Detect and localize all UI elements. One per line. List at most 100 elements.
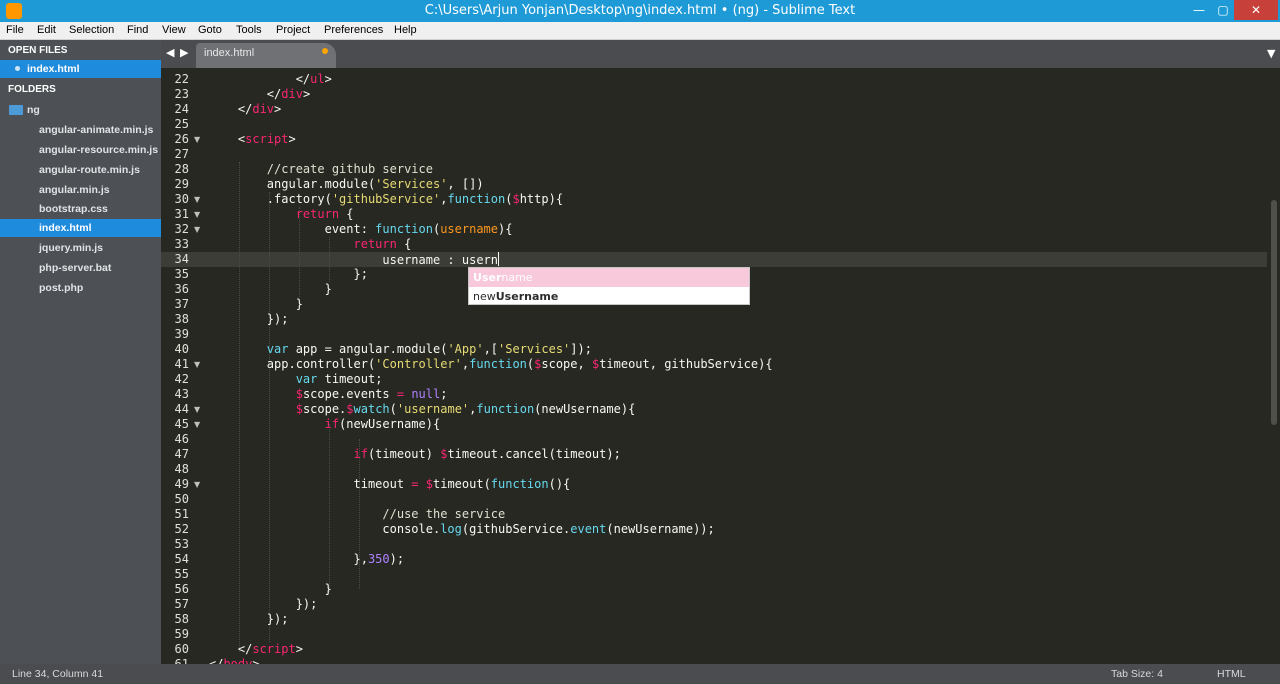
line-number: 56 (174, 582, 189, 596)
file-label: angular-resource.min.js (39, 144, 159, 156)
line-number-gutter: 22 23 24 25 26 ▼ 27 28 29 30 ▼ 31 ▼ 32 ▼ 33 34 35 36 37 38 39… (161, 68, 209, 664)
code-token: timeout, githubService){ (599, 357, 773, 371)
file-label: angular-animate.min.js (39, 124, 154, 136)
file-item[interactable]: post.php (0, 279, 161, 297)
tab-size-indicator[interactable]: Tab Size: 4 (1111, 668, 1163, 680)
menu-file[interactable]: File (6, 24, 24, 36)
minimize-icon[interactable]: — (1186, 0, 1212, 20)
code-token: div (252, 102, 275, 116)
code-comment: //use the service (209, 507, 506, 521)
menu-find[interactable]: Find (127, 24, 148, 36)
tab-index-html[interactable]: index.html (196, 43, 336, 68)
menu-view[interactable]: View (162, 24, 186, 36)
code-token: 'username' (396, 402, 470, 416)
menu-project[interactable]: Project (276, 24, 310, 36)
fold-arrow-icon[interactable]: ▼ (194, 477, 200, 492)
file-item[interactable]: angular-animate.min.js (0, 121, 161, 139)
menu-preferences[interactable]: Preferences (324, 24, 383, 36)
nav-forward-icon[interactable]: ▶ (180, 46, 188, 59)
code-line-28: //create github service (209, 162, 433, 177)
fold-arrow-icon[interactable]: ▼ (194, 132, 200, 147)
code-line-41: app.controller('Controller',function($sc… (209, 357, 773, 372)
code-token: watch (353, 402, 390, 416)
folder-root[interactable]: ng (0, 101, 161, 119)
code-token: }); (209, 612, 289, 626)
autocomplete-popup[interactable]: Username newUsername (468, 267, 750, 305)
open-files-header: OPEN FILES (8, 45, 68, 56)
code-line-57: }); (209, 597, 318, 612)
file-label: bootstrap.css (39, 203, 108, 215)
autocomplete-item[interactable]: newUsername (469, 287, 749, 306)
fold-arrow-icon[interactable]: ▼ (194, 207, 200, 222)
code-token: function (447, 192, 506, 206)
maximize-icon[interactable]: ▢ (1210, 0, 1236, 20)
code-token: (newUsername){ (534, 402, 636, 416)
code-token: null (411, 387, 441, 401)
menu-selection[interactable]: Selection (69, 24, 114, 36)
code-token: > (274, 102, 282, 116)
code-token: { (396, 237, 412, 251)
code-line-60: </script> (209, 642, 303, 657)
fold-arrow-icon[interactable]: ▼ (194, 222, 200, 237)
menu-tools[interactable]: Tools (236, 24, 262, 36)
code-token: username (440, 222, 498, 236)
file-item[interactable]: angular.min.js (0, 181, 161, 199)
line-number: 48 (174, 462, 189, 476)
fold-arrow-icon[interactable]: ▼ (194, 402, 200, 417)
code-line-29: angular.module('Services', []) (209, 177, 484, 192)
fold-arrow-icon[interactable]: ▼ (194, 357, 200, 372)
code-token: ]); (570, 342, 592, 356)
code-token: 'githubService' (331, 192, 441, 206)
menu-edit[interactable]: Edit (37, 24, 56, 36)
code-token: $ (295, 387, 303, 401)
folder-icon (9, 105, 23, 115)
line-number: 30 (174, 192, 189, 206)
code-token: (newUsername)); (606, 522, 715, 536)
code-token: ,[ (483, 342, 499, 356)
file-label: jquery.min.js (39, 242, 103, 254)
code-token: event: (209, 222, 376, 236)
code-token: body (223, 657, 253, 664)
scrollbar-thumb[interactable] (1271, 200, 1277, 425)
file-item[interactable]: bootstrap.css (0, 200, 161, 218)
code-token: http){ (519, 192, 564, 206)
code-token: > (324, 72, 332, 86)
file-item-active[interactable]: index.html (0, 219, 161, 237)
fold-arrow-icon[interactable]: ▼ (194, 192, 200, 207)
line-number: 49 (174, 477, 189, 491)
file-label: angular.min.js (39, 184, 110, 196)
tab-dirty-icon[interactable] (322, 48, 328, 54)
menu-bar: File Edit Selection Find View Goto Tools… (0, 22, 1280, 40)
line-number: 52 (174, 522, 189, 536)
fold-arrow-icon[interactable]: ▼ (194, 417, 200, 432)
close-icon[interactable]: ✕ (1234, 0, 1278, 20)
line-number: 33 (174, 237, 189, 251)
code-token: } (209, 582, 332, 596)
file-item[interactable]: angular-route.min.js (0, 161, 161, 179)
file-item[interactable]: angular-resource.min.js (0, 141, 161, 159)
line-number: 29 (174, 177, 189, 191)
menu-goto[interactable]: Goto (198, 24, 222, 36)
file-item[interactable]: php-server.bat (0, 259, 161, 277)
code-line-58: }); (209, 612, 289, 627)
file-item[interactable]: jquery.min.js (0, 239, 161, 257)
code-line-23: </div> (209, 87, 310, 102)
autocomplete-item[interactable]: Username (469, 268, 749, 287)
line-number: 36 (174, 282, 189, 296)
line-number: 61 (174, 657, 189, 664)
code-editor[interactable]: 22 23 24 25 26 ▼ 27 28 29 30 ▼ 31 ▼ 32 ▼ 33 34 35 36 37 38 39… (161, 68, 1280, 664)
line-number: 32 (174, 222, 189, 236)
menu-help[interactable]: Help (394, 24, 417, 36)
tab-dropdown-icon[interactable]: ▼ (1267, 47, 1275, 60)
vertical-scrollbar[interactable] (1267, 68, 1280, 664)
open-file-item[interactable]: index.html (0, 60, 161, 78)
code-token: , []) (447, 177, 484, 191)
syntax-indicator[interactable]: HTML (1217, 668, 1246, 680)
code-line-22: </ul> (209, 72, 332, 87)
nav-back-icon[interactable]: ◀ (166, 46, 174, 59)
code-line-37: } (209, 297, 303, 312)
code-token: }); (209, 597, 318, 611)
